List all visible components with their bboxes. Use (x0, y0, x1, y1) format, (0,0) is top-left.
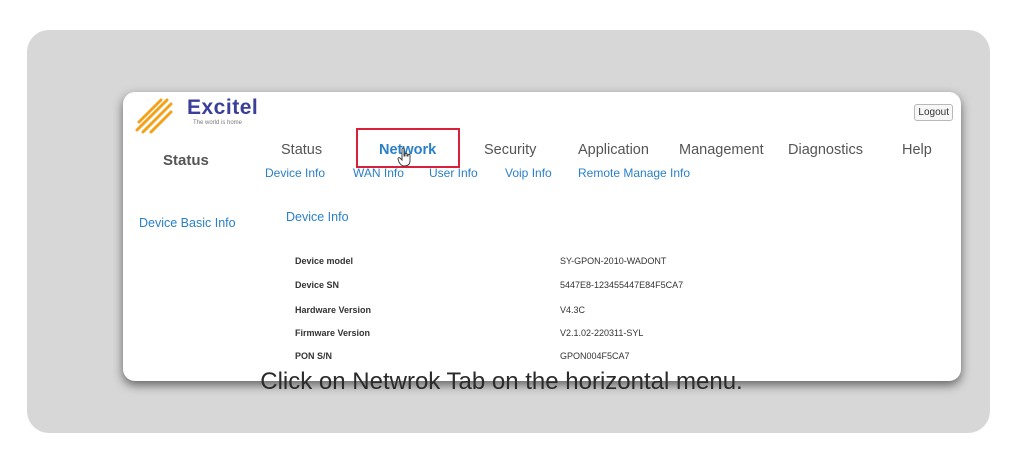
submenu-user-info[interactable]: User Info (429, 166, 478, 180)
menu-item-diagnostics[interactable]: Diagnostics (788, 142, 863, 158)
sidebar-title: Status (163, 152, 209, 169)
hand-cursor-icon (397, 147, 411, 167)
menu-item-application[interactable]: Application (578, 142, 649, 158)
row-value: V4.3C (560, 305, 586, 315)
excitel-logo-icon (135, 98, 173, 134)
row-label: Device model (295, 256, 354, 266)
info-row: Device model SY-GPON-2010-WADONT (295, 256, 666, 266)
row-value: SY-GPON-2010-WADONT (560, 256, 667, 266)
router-admin-screenshot: Excitel The world is home Logout Status … (123, 92, 961, 381)
brand-tagline: The world is home (193, 120, 243, 126)
menu-item-help[interactable]: Help (902, 142, 932, 158)
instruction-caption: Click on Netwrok Tab on the horizontal m… (260, 368, 743, 395)
row-value: GPON004F5CA7 (560, 351, 630, 361)
brand-logo: Excitel The world is home (131, 92, 271, 136)
submenu-device-info[interactable]: Device Info (265, 166, 325, 180)
row-value: 5447E8-123455447E84F5CA7 (560, 280, 684, 290)
row-label: Device SN (295, 280, 340, 290)
row-value: V2.1.02-220311-SYL (560, 328, 644, 338)
logout-button[interactable]: Logout (914, 104, 953, 121)
menu-item-status[interactable]: Status (281, 142, 322, 158)
sidebar-link-device-basic-info[interactable]: Device Basic Info (139, 216, 236, 230)
section-title: Device Info (286, 210, 349, 224)
row-label: Hardware Version (295, 305, 372, 315)
info-row: Firmware Version V2.1.02-220311-SYL (295, 328, 643, 338)
info-row: Hardware Version V4.3C (295, 305, 585, 315)
submenu-voip-info[interactable]: Voip Info (505, 166, 552, 180)
info-row: PON S/N GPON004F5CA7 (295, 351, 630, 361)
info-row: Device SN 5447E8-123455447E84F5CA7 (295, 280, 683, 290)
menu-item-security[interactable]: Security (484, 142, 536, 158)
row-label: PON S/N (295, 351, 333, 361)
submenu-wan-info[interactable]: WAN Info (353, 166, 404, 180)
row-label: Firmware Version (295, 328, 371, 338)
brand-name: Excitel (187, 96, 259, 119)
menu-item-management[interactable]: Management (679, 142, 764, 158)
submenu-remote-manage-info[interactable]: Remote Manage Info (578, 166, 690, 180)
